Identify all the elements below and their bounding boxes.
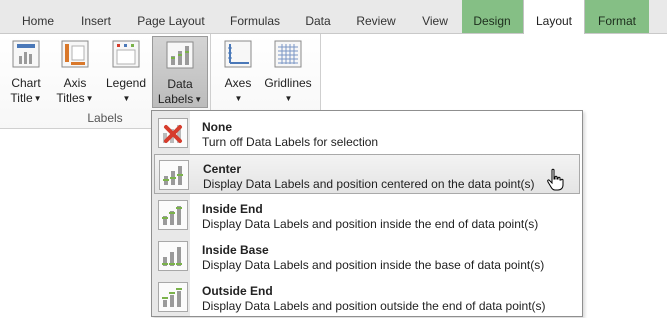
tab-page-layout[interactable]: Page Layout [124,0,218,33]
gridlines-icon [274,40,302,68]
data-labels-label: Data Labels▼ [153,77,207,107]
legend-button[interactable]: Legend ▼ [103,36,149,108]
tab-insert[interactable]: Insert [68,0,124,33]
menu-item-center[interactable]: Center Display Data Labels and position … [154,154,580,194]
tab-data[interactable]: Data [292,0,344,33]
chevron-down-icon: ▼ [122,94,131,103]
hand-cursor-icon [547,168,564,191]
legend-label: Legend ▼ [103,76,149,106]
chart-title-icon [12,40,40,68]
data-labels-label-line1: Data [167,77,193,91]
axis-titles-button[interactable]: Axis Titles▼ [54,36,96,108]
chevron-down-icon: ▼ [85,94,94,103]
chart-title-label-line1: Chart [11,76,41,90]
menu-item-description: Display Data Labels and position inside … [202,258,545,272]
data-labels-button[interactable]: Data Labels▼ [152,36,208,108]
none-x-icon [158,118,188,148]
data-labels-label-line2: Labels [157,92,194,106]
tab-formulas[interactable]: Formulas [218,0,292,33]
menu-item-title: Inside End [202,202,263,216]
menu-item-description: Display Data Labels and position inside … [202,217,539,231]
data-labels-dropdown: None Turn off Data Labels for selection … [151,110,583,317]
chevron-down-icon: ▼ [194,95,203,104]
chart-title-label-line2: Title [10,91,33,105]
menu-item-inside-end[interactable]: Inside End Display Data Labels and posit… [154,195,580,235]
data-labels-icon [166,41,194,69]
gridlines-button[interactable]: Gridlines ▼ [262,36,314,108]
menu-item-title: Inside Base [202,243,269,257]
tab-format[interactable]: Format [585,0,649,33]
menu-item-title: Center [203,162,242,176]
menu-item-description: Display Data Labels and position outside… [202,299,546,313]
axes-label: Axes ▼ [218,76,258,106]
tab-view[interactable]: View [408,0,462,33]
inside-end-labels-icon [158,200,188,230]
outside-end-labels-icon [158,282,188,312]
tab-home[interactable]: Home [8,0,68,33]
chart-title-button[interactable]: Chart Title▼ [6,36,46,108]
axes-button[interactable]: Axes ▼ [218,36,258,108]
chevron-down-icon: ▼ [234,94,243,103]
legend-label-line1: Legend [105,76,147,90]
menu-item-description: Display Data Labels and position centere… [203,177,535,191]
axis-titles-label: Axis Titles▼ [54,76,96,106]
tab-layout[interactable]: Layout [523,0,585,34]
menu-item-outside-end[interactable]: Outside End Display Data Labels and posi… [154,277,580,317]
center-labels-icon [159,160,189,190]
tab-design[interactable]: Design [462,0,522,33]
menu-item-title: None [202,120,232,134]
menu-item-inside-base[interactable]: Inside Base Display Data Labels and posi… [154,236,580,276]
legend-icon [112,40,140,68]
axes-icon [224,40,252,68]
ribbon-tab-bar: Home Insert Page Layout Formulas Data Re… [0,0,667,34]
menu-item-description: Turn off Data Labels for selection [202,135,379,149]
axis-titles-label-line1: Axis [63,76,87,90]
gridlines-label: Gridlines ▼ [262,76,314,106]
gridlines-label-line1: Gridlines [264,76,312,90]
axes-label-line1: Axes [224,76,252,90]
menu-item-title: Outside End [202,284,273,298]
chevron-down-icon: ▼ [284,94,293,103]
chevron-down-icon: ▼ [33,94,42,103]
inside-base-labels-icon [158,241,188,271]
tab-review[interactable]: Review [344,0,408,33]
axis-titles-icon [61,40,89,68]
chart-title-label: Chart Title▼ [6,76,46,106]
axis-titles-label-line2: Titles [56,91,85,105]
menu-item-none[interactable]: None Turn off Data Labels for selection [154,113,580,153]
